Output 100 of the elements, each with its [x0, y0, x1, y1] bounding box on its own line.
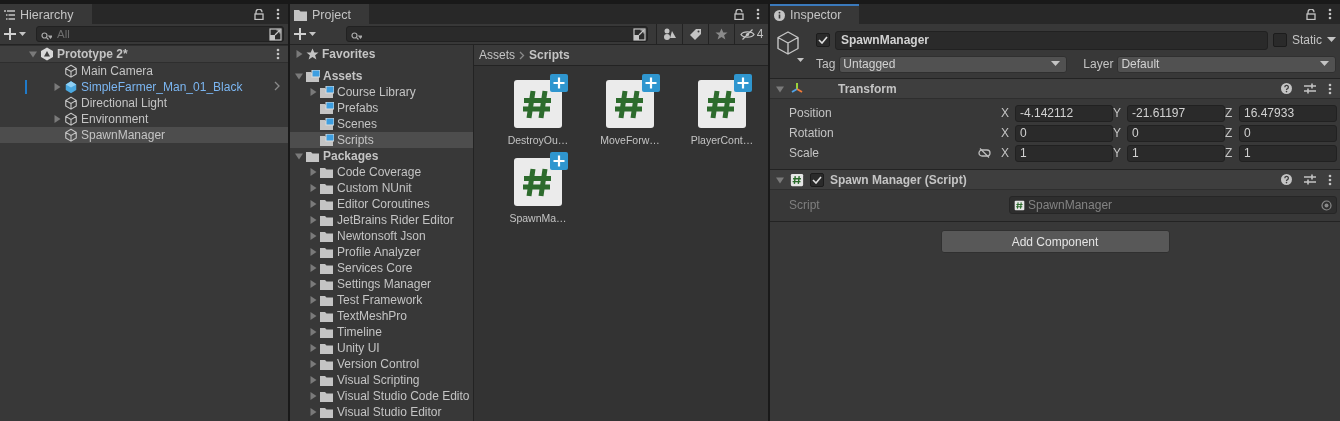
- component-header[interactable]: Transform: [770, 79, 1340, 99]
- folder-row[interactable]: Code Coverage: [290, 164, 473, 180]
- preset-icon[interactable]: [1304, 83, 1316, 94]
- help-icon[interactable]: [1281, 83, 1292, 94]
- open-window-icon[interactable]: [269, 28, 282, 41]
- search-field[interactable]: [346, 26, 648, 42]
- help-icon[interactable]: [1281, 174, 1292, 185]
- script-asset[interactable]: PlayerCont…: [676, 74, 768, 146]
- hierarchy-row[interactable]: SimpleFarmer_Man_01_Black: [0, 79, 288, 95]
- expand-arrow-icon[interactable]: [309, 360, 317, 368]
- hierarchy-row[interactable]: Main Camera: [0, 63, 288, 79]
- inspector-tab[interactable]: Inspector: [770, 4, 860, 24]
- lock-icon[interactable]: [734, 8, 744, 20]
- open-window-icon[interactable]: [633, 28, 646, 41]
- component-header[interactable]: Spawn Manager (Script): [770, 170, 1340, 190]
- folder-row[interactable]: TextMeshPro: [290, 308, 473, 324]
- preset-icon[interactable]: [1304, 174, 1316, 185]
- project-tab[interactable]: Project: [290, 4, 369, 24]
- more-icon[interactable]: [276, 48, 280, 60]
- folder-row[interactable]: Packages: [290, 148, 473, 164]
- expand-arrow-icon[interactable]: [309, 184, 317, 192]
- number-field[interactable]: -4.142112: [1015, 104, 1113, 122]
- number-field[interactable]: 1: [1015, 144, 1113, 162]
- number-field[interactable]: 0: [1127, 124, 1225, 142]
- more-icon[interactable]: [1328, 8, 1332, 20]
- folder-row[interactable]: Newtonsoft Json: [290, 228, 473, 244]
- folder-row[interactable]: JetBrains Rider Editor: [290, 212, 473, 228]
- folder-row[interactable]: Assets: [290, 68, 473, 84]
- expand-arrow-icon[interactable]: [309, 232, 317, 240]
- expand-arrow-icon[interactable]: [309, 312, 317, 320]
- folder-row[interactable]: Timeline: [290, 324, 473, 340]
- expand-arrow-icon[interactable]: [309, 168, 317, 176]
- more-icon[interactable]: [756, 8, 760, 20]
- add-menu-icon[interactable]: [294, 27, 318, 41]
- expand-arrow-icon[interactable]: [309, 296, 317, 304]
- number-field[interactable]: 1: [1239, 144, 1337, 162]
- expand-arrow-icon[interactable]: [295, 152, 303, 160]
- folder-row[interactable]: Scenes: [290, 116, 473, 132]
- folder-row[interactable]: Scripts: [290, 132, 473, 148]
- folder-row[interactable]: Editor Coroutines: [290, 196, 473, 212]
- number-field[interactable]: -21.61197: [1127, 104, 1225, 122]
- folder-row[interactable]: Version Control: [290, 356, 473, 372]
- expand-arrow-icon[interactable]: [295, 72, 303, 80]
- number-field[interactable]: 0: [1239, 124, 1337, 142]
- static-checkbox[interactable]: [1273, 33, 1287, 47]
- caret-icon[interactable]: [1327, 37, 1336, 43]
- expand-arrow-icon[interactable]: [309, 408, 317, 416]
- expand-arrow-icon[interactable]: [309, 88, 317, 96]
- expand-arrow-icon[interactable]: [53, 115, 61, 123]
- broken-link-icon[interactable]: [978, 148, 991, 158]
- number-field[interactable]: 16.47933: [1239, 104, 1337, 122]
- script-asset[interactable]: DestroyOu…: [492, 74, 584, 146]
- expand-arrow-icon[interactable]: [309, 376, 317, 384]
- expand-arrow-icon[interactable]: [309, 248, 317, 256]
- tag-dropdown[interactable]: Untagged: [839, 55, 1068, 73]
- add-menu-icon[interactable]: [4, 27, 28, 41]
- expand-arrow-icon[interactable]: [309, 200, 317, 208]
- script-asset[interactable]: MoveForw…: [584, 74, 676, 146]
- active-checkbox[interactable]: [816, 33, 830, 47]
- object-name-field[interactable]: SpawnManager: [835, 30, 1268, 50]
- chevron-right-icon[interactable]: [274, 81, 280, 91]
- expand-arrow-icon[interactable]: [309, 264, 317, 272]
- enabled-checkbox[interactable]: [810, 172, 824, 187]
- search-field[interactable]: All: [36, 26, 284, 42]
- folder-row[interactable]: Visual Studio Editor: [290, 404, 473, 420]
- folder-row[interactable]: Profile Analyzer: [290, 244, 473, 260]
- folder-row[interactable]: Settings Manager: [290, 276, 473, 292]
- expand-arrow-icon[interactable]: [29, 50, 37, 58]
- script-asset[interactable]: SpawnMa…: [492, 152, 584, 224]
- expand-arrow-icon[interactable]: [309, 392, 317, 400]
- folder-row[interactable]: Visual Studio Code Edito: [290, 388, 473, 404]
- folder-row[interactable]: Visual Scripting: [290, 372, 473, 388]
- expand-arrow-icon[interactable]: [309, 280, 317, 288]
- folder-row[interactable]: Custom NUnit: [290, 180, 473, 196]
- more-icon[interactable]: [1328, 173, 1332, 186]
- expand-arrow-icon[interactable]: [776, 84, 784, 93]
- hierarchy-row[interactable]: Directional Light: [0, 95, 288, 111]
- hierarchy-tab[interactable]: Hierarchy: [0, 4, 92, 24]
- more-icon[interactable]: [1328, 82, 1332, 95]
- expand-arrow-icon[interactable]: [53, 83, 61, 91]
- folder-row[interactable]: Prefabs: [290, 100, 473, 116]
- expand-arrow-icon[interactable]: [295, 50, 303, 58]
- breadcrumb-link[interactable]: Assets: [479, 48, 515, 62]
- more-icon[interactable]: [276, 8, 280, 20]
- folder-row[interactable]: Unity UI: [290, 340, 473, 356]
- expand-arrow-icon[interactable]: [776, 175, 784, 184]
- number-field[interactable]: 1: [1127, 144, 1225, 162]
- scene-row[interactable]: Prototype 2*: [0, 45, 288, 63]
- folder-row[interactable]: Services Core: [290, 260, 473, 276]
- target-icon[interactable]: [1321, 199, 1332, 211]
- add-component-button[interactable]: Add Component: [940, 230, 1170, 253]
- layer-dropdown[interactable]: Default: [1117, 55, 1336, 73]
- expand-arrow-icon[interactable]: [309, 328, 317, 336]
- hierarchy-row[interactable]: SpawnManager: [0, 127, 288, 143]
- expand-arrow-icon[interactable]: [309, 216, 317, 224]
- expand-arrow-icon[interactable]: [309, 344, 317, 352]
- folder-row[interactable]: Favorites: [290, 46, 473, 62]
- number-field[interactable]: 0: [1015, 124, 1113, 142]
- breadcrumb-link[interactable]: Scripts: [529, 48, 570, 62]
- folder-row[interactable]: Test Framework: [290, 292, 473, 308]
